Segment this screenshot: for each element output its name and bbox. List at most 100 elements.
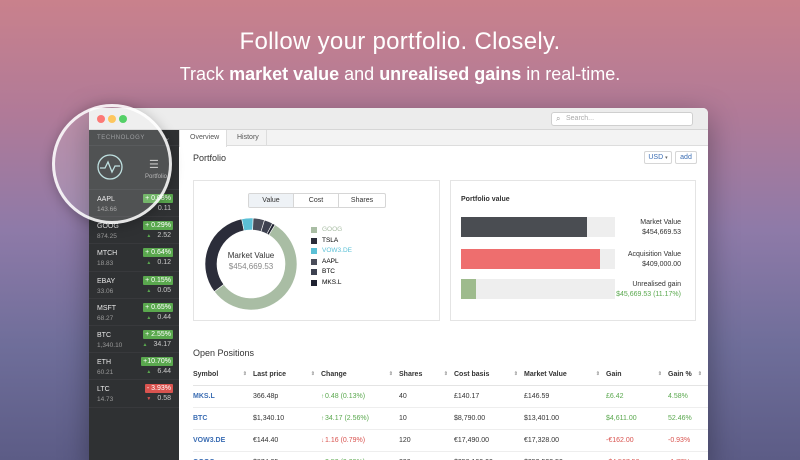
hero-subheadline: Track market value and unrealised gains … (0, 64, 800, 85)
arrow-up-icon: ▲ (142, 341, 148, 348)
position-symbol[interactable]: BTC (193, 407, 253, 430)
position-shares: 10 (399, 407, 454, 430)
position-last-price: $1,340.10 (253, 407, 321, 430)
hero-sub-suffix: in real-time. (521, 64, 621, 84)
sort-icon: ⇕ (388, 371, 393, 377)
position-market-value: $253,532.50 (524, 451, 606, 460)
currency-select[interactable]: USD ▾ (644, 151, 672, 164)
value-bar-key: Unrealised gain (632, 281, 681, 288)
segment-shares[interactable]: Shares (339, 194, 385, 207)
ticker-change-value: 0.44 (157, 313, 171, 321)
table-row[interactable]: GOOG$874.25↑2.52 (0.29%)290$258,100.00$2… (193, 451, 708, 460)
legend-item: GOOG (311, 225, 352, 236)
column-header-shares[interactable]: Shares ⇕ (399, 365, 454, 386)
ticker-change-value: 0.11 (157, 205, 171, 212)
hero-headline: Follow your portfolio. Closely. (239, 28, 561, 55)
open-positions-title: Open Positions (193, 348, 255, 358)
ticker-price: 14.73 (97, 396, 114, 404)
ticker-row[interactable]: ETH 60.21 +10.70% ▲ 6.44 (89, 353, 179, 381)
column-header-label: Gain % (668, 371, 692, 379)
value-bar-fill (461, 279, 477, 299)
ticker-row[interactable]: LTC 14.73 - 3.93% ▼ 0.58 (89, 380, 179, 408)
position-market-value: €17,328.00 (524, 429, 606, 452)
arrow-up-icon: ▲ (146, 314, 152, 321)
arrow-up-icon: ▲ (146, 369, 152, 376)
change-value: 34.17 (2.56%) (325, 414, 369, 422)
value-bar-track (461, 249, 615, 269)
ticker-percent-badge: + 0.15% (143, 275, 173, 285)
tab-bar: Overview History (179, 130, 708, 147)
ticker-change-value: 0.12 (157, 259, 171, 267)
ticker-row[interactable]: MTCH 18.83 + 0.64% ▲ 0.12 (89, 244, 179, 272)
value-bar-value: $409,000.00 (642, 261, 681, 268)
ticker-row[interactable]: EBAY 33.06 + 0.15% ▲ 0.05 (89, 272, 179, 299)
column-header-label: Shares (399, 371, 423, 379)
position-symbol[interactable]: MKS.L (193, 385, 253, 408)
hero-sub-bold-1: market value (229, 64, 340, 84)
position-symbol[interactable]: GOOG (193, 451, 253, 460)
position-symbol[interactable]: VOW3.DE (193, 429, 253, 452)
ticker-row[interactable]: MSFT 68.27 + 0.65% ▲ 0.44 (89, 299, 179, 326)
value-bar-track (461, 279, 615, 299)
sort-icon: ⇕ (310, 371, 315, 377)
position-change: ↑0.48 (0.13%) (321, 385, 399, 408)
column-header-label: Gain (606, 371, 622, 379)
arrow-up-icon: ▲ (146, 287, 152, 294)
column-header-label: Change (321, 371, 347, 379)
change-value: 0.48 (0.13%) (325, 392, 366, 400)
ticker-symbol: LTC (97, 386, 110, 394)
table-row[interactable]: BTC $1,340.10 ↑34.17 (2.56%) 10 $8,790.00 $13… (193, 407, 708, 430)
column-header-last-price[interactable]: Last price ⇕ (253, 365, 321, 386)
value-bar-label: Acquisition Value $409,000.00 (628, 250, 681, 270)
ticker-symbol: EBAY (97, 277, 116, 285)
search-input[interactable]: ⌕ Search... (551, 112, 693, 126)
title-bar: ⌕ Search... (89, 108, 708, 130)
ticker-percent-badge: +10.70% (141, 357, 173, 367)
column-header-gain[interactable]: Gain ⇕ (606, 365, 668, 386)
table-row[interactable]: VOW3.DE €144.40 ↓1.16 (0.79%) 120 €17,490.00… (193, 429, 708, 452)
legend-item: VOW3.DE (311, 246, 352, 257)
change-value: 1.16 (0.79%) (325, 436, 366, 444)
column-header-change[interactable]: Change ⇕ (321, 365, 399, 386)
ticker-row[interactable]: BTC 1,340.10 + 2.55% ▲ 34.17 (89, 326, 179, 354)
add-button[interactable]: add (675, 151, 697, 164)
ticker-price: 18.83 (97, 260, 114, 268)
legend-label: GOOG (322, 226, 343, 233)
metric-segmented-control: Value Cost Shares (248, 193, 386, 208)
legend-swatch (311, 248, 317, 254)
position-last-price: $874.25 (253, 451, 321, 460)
column-header-cost-basis[interactable]: Cost basis ⇕ (454, 365, 524, 386)
position-shares: 40 (399, 385, 454, 408)
column-header-symbol[interactable]: Symbol ⇕ (193, 365, 253, 386)
segment-value[interactable]: Value (249, 194, 294, 207)
ticker-symbol: MSFT (97, 304, 117, 312)
position-gain: -$4,567.50 (606, 451, 668, 460)
ticker-change-value: 2.52 (157, 232, 171, 240)
chart-legend: GOOG TSLA VOW3.DE AAPL BTC MKS.L (311, 225, 352, 288)
column-header-gain[interactable]: Gain % ⇕ (668, 365, 708, 386)
tab-overview[interactable]: Overview (179, 130, 227, 147)
ticker-percent-badge: + 0.29% (143, 221, 173, 231)
arrow-up-icon: ↑ (321, 393, 324, 400)
arrow-down-icon: ↓ (321, 437, 324, 444)
tab-history[interactable]: History (227, 130, 267, 146)
ticker-symbol: MTCH (97, 250, 118, 258)
sort-icon: ⇕ (242, 371, 247, 377)
activity-chart-icon[interactable] (96, 153, 124, 181)
sort-icon: ⇕ (595, 371, 600, 377)
value-bar-fill (461, 217, 588, 237)
page-title: Portfolio (193, 153, 227, 163)
position-shares: 120 (399, 429, 454, 452)
segment-cost[interactable]: Cost (294, 194, 339, 207)
column-header-market-value[interactable]: Market Value ⇕ (524, 365, 606, 386)
ticker-change-value: 0.58 (157, 395, 171, 403)
position-change: ↑2.52 (0.29%) (321, 451, 399, 460)
table-row[interactable]: MKS.L 366.48p ↑0.48 (0.13%) 40 £140.17 £146.5… (193, 385, 708, 408)
column-header-label: Market Value (524, 371, 567, 379)
position-gain-percent: -1.77% (668, 451, 708, 460)
ticker-price: 1,340.10 (97, 341, 123, 349)
value-bar-track (461, 217, 615, 237)
ticker-percent-badge: + 0.64% (143, 248, 173, 258)
portfolio-value-title: Portfolio value (461, 196, 510, 203)
legend-item: TSLA (311, 236, 352, 247)
